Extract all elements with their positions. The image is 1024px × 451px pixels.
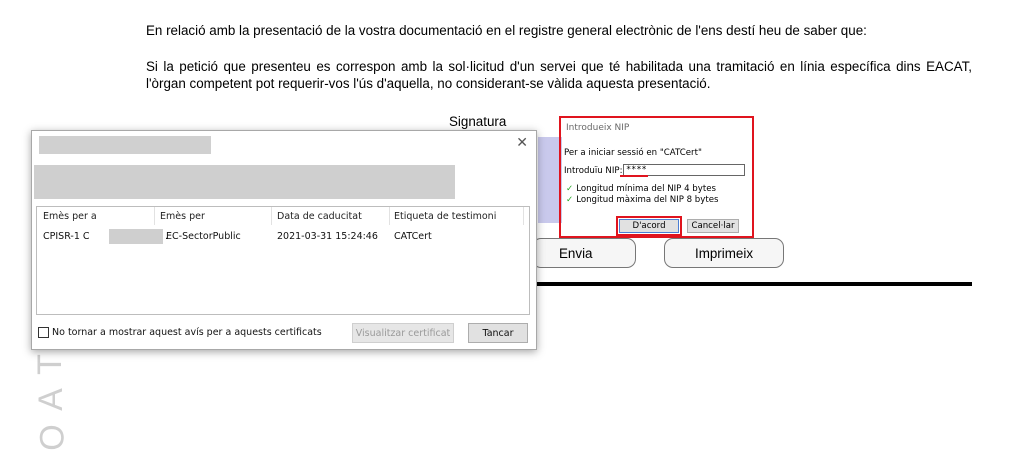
- dialog-title: Introdueix NIP: [566, 123, 630, 133]
- side-watermark-letter: O: [33, 424, 72, 451]
- view-certificate-button[interactable]: Visualitzar certificat: [352, 323, 454, 343]
- cell-issued-to: CPISR-1 C: [43, 231, 90, 242]
- dont-show-again-checkbox[interactable]: [38, 327, 49, 338]
- info-paragraph-2: Si la petició que presenteu es correspon…: [146, 59, 972, 91]
- nip-label: Introduïu NIP:: [564, 166, 623, 176]
- login-message: Per a iniciar sessió en "CATCert": [564, 148, 702, 158]
- cancel-button[interactable]: Cancel·lar: [687, 219, 739, 233]
- side-watermark-letter: A: [31, 388, 70, 411]
- send-button[interactable]: Envia: [532, 238, 636, 268]
- print-button[interactable]: Imprimeix: [664, 238, 784, 268]
- dialog-footer: No tornar a mostrar aquest avís per a aq…: [36, 323, 530, 345]
- close-icon[interactable]: ✕: [516, 135, 528, 151]
- redacted-banner: [34, 165, 455, 199]
- rule-text: Longitud màxima del NIP 8 bytes: [576, 195, 719, 205]
- nip-input-highlight: [620, 175, 648, 177]
- column-header-issued-by[interactable]: Emès per: [160, 211, 205, 222]
- rule-min-length: ✓ Longitud mínima del NIP 4 bytes: [566, 184, 716, 194]
- column-header-token-label[interactable]: Etiqueta de testimoni: [394, 211, 496, 222]
- ok-button[interactable]: D'acord: [619, 219, 679, 233]
- nip-dialog: Introdueix NIP Per a iniciar sessió en "…: [562, 119, 751, 236]
- check-icon: ✓: [566, 195, 574, 205]
- check-icon: ✓: [566, 184, 574, 194]
- column-separator: [271, 207, 272, 225]
- side-watermark-letter: T: [30, 354, 69, 375]
- certificate-dialog: ✕ Emès per a Emès per Data de caducitat …: [31, 130, 537, 350]
- close-button[interactable]: Tancar: [468, 323, 528, 343]
- certificate-table: Emès per a Emès per Data de caducitat Et…: [36, 206, 530, 315]
- info-paragraph-1: En relació amb la presentació de la vost…: [146, 23, 867, 38]
- rule-max-length: ✓ Longitud màxima del NIP 8 bytes: [566, 195, 718, 205]
- column-separator: [389, 207, 390, 225]
- cell-issued-by: EC-SectorPublic: [166, 231, 241, 242]
- redacted-title: [39, 136, 211, 154]
- column-header-expiry[interactable]: Data de caducitat: [277, 211, 362, 222]
- rule-text: Longitud mínima del NIP 4 bytes: [576, 184, 716, 194]
- column-separator: [523, 207, 524, 225]
- redacted-cell: [109, 229, 163, 244]
- checkbox-label: No tornar a mostrar aquest avís per a aq…: [52, 327, 322, 338]
- cell-token-label: CATCert: [394, 231, 432, 242]
- column-header-issued-to[interactable]: Emès per a: [43, 211, 97, 222]
- signature-label: Signatura: [449, 114, 507, 129]
- cell-expiry: 2021-03-31 15:24:46: [277, 231, 378, 242]
- divider: [536, 282, 972, 286]
- column-separator: [154, 207, 155, 225]
